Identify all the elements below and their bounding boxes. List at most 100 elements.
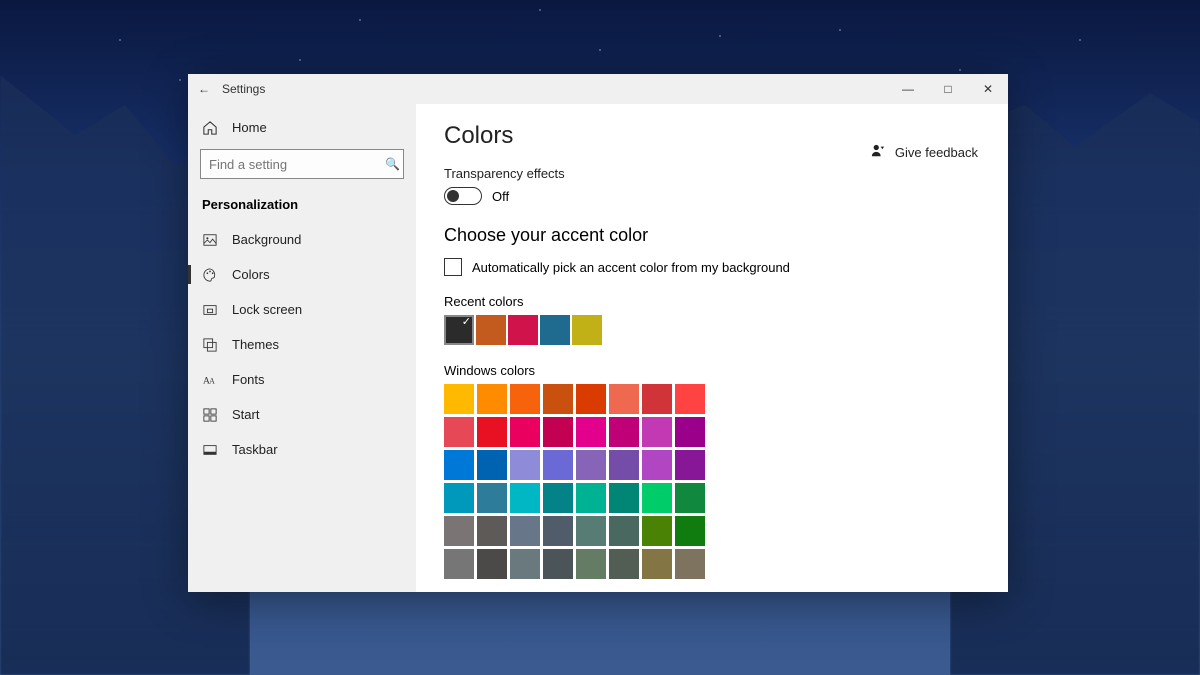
feedback-label: Give feedback	[895, 145, 978, 160]
sidebar-item-label: Start	[232, 407, 259, 422]
sidebar-item-label: Fonts	[232, 372, 265, 387]
windows-color-swatch[interactable]	[576, 549, 606, 579]
windows-colors-label: Windows colors	[444, 363, 980, 378]
sidebar-item-label: Themes	[232, 337, 279, 352]
windows-color-swatch[interactable]	[510, 384, 540, 414]
windows-color-swatch[interactable]	[642, 549, 672, 579]
sidebar-item-taskbar[interactable]: Taskbar	[188, 432, 416, 467]
windows-color-swatch[interactable]	[477, 516, 507, 546]
windows-colors-palette	[444, 384, 980, 579]
start-icon	[202, 408, 218, 422]
transparency-toggle[interactable]	[444, 187, 482, 205]
recent-color-swatch[interactable]	[444, 315, 474, 345]
sidebar-item-background[interactable]: Background	[188, 222, 416, 257]
close-button[interactable]: ✕	[968, 82, 1008, 96]
windows-color-swatch[interactable]	[510, 516, 540, 546]
windows-color-swatch[interactable]	[510, 549, 540, 579]
windows-color-swatch[interactable]	[510, 483, 540, 513]
windows-color-swatch[interactable]	[543, 384, 573, 414]
windows-color-swatch[interactable]	[609, 384, 639, 414]
windows-color-swatch[interactable]	[444, 384, 474, 414]
auto-pick-label: Automatically pick an accent color from …	[472, 260, 790, 275]
windows-color-swatch[interactable]	[444, 450, 474, 480]
recent-colors-row	[444, 315, 980, 345]
sidebar-item-label: Colors	[232, 267, 270, 282]
windows-color-swatch[interactable]	[543, 450, 573, 480]
windows-color-swatch[interactable]	[576, 516, 606, 546]
fonts-icon: AA	[202, 373, 218, 387]
windows-color-swatch[interactable]	[642, 516, 672, 546]
settings-window: ← Settings ― □ ✕ Home 🔍 Personalization	[188, 74, 1008, 592]
recent-colors-label: Recent colors	[444, 294, 980, 309]
taskbar-icon	[202, 443, 218, 457]
windows-color-swatch[interactable]	[576, 450, 606, 480]
windows-color-swatch[interactable]	[576, 417, 606, 447]
maximize-button[interactable]: □	[928, 82, 968, 96]
windows-color-swatch[interactable]	[576, 384, 606, 414]
themes-icon	[202, 338, 218, 352]
transparency-label: Transparency effects	[444, 166, 980, 181]
accent-section-title: Choose your accent color	[444, 225, 980, 246]
give-feedback-link[interactable]: Give feedback	[871, 144, 978, 161]
windows-color-swatch[interactable]	[444, 483, 474, 513]
search-box[interactable]: 🔍	[200, 149, 404, 179]
picture-icon	[202, 233, 218, 247]
lock-screen-icon	[202, 303, 218, 317]
sidebar-item-start[interactable]: Start	[188, 397, 416, 432]
windows-color-swatch[interactable]	[444, 417, 474, 447]
windows-color-swatch[interactable]	[675, 384, 705, 414]
home-icon	[202, 121, 218, 135]
windows-color-swatch[interactable]	[543, 549, 573, 579]
windows-color-swatch[interactable]	[576, 483, 606, 513]
windows-color-swatch[interactable]	[642, 417, 672, 447]
windows-color-swatch[interactable]	[609, 549, 639, 579]
sidebar-item-lock-screen[interactable]: Lock screen	[188, 292, 416, 327]
windows-color-swatch[interactable]	[510, 450, 540, 480]
windows-color-swatch[interactable]	[642, 450, 672, 480]
content-area: Colors Transparency effects Off Choose y…	[416, 104, 1008, 592]
sidebar-item-themes[interactable]: Themes	[188, 327, 416, 362]
sidebar-item-label: Lock screen	[232, 302, 302, 317]
search-icon: 🔍	[385, 157, 400, 171]
recent-color-swatch[interactable]	[572, 315, 602, 345]
auto-pick-checkbox[interactable]	[444, 258, 462, 276]
recent-color-swatch[interactable]	[508, 315, 538, 345]
category-label: Personalization	[188, 191, 416, 222]
windows-color-swatch[interactable]	[675, 450, 705, 480]
titlebar: ← Settings ― □ ✕	[188, 74, 1008, 104]
windows-color-swatch[interactable]	[609, 516, 639, 546]
windows-color-swatch[interactable]	[477, 483, 507, 513]
minimize-button[interactable]: ―	[888, 82, 928, 96]
windows-color-swatch[interactable]	[675, 516, 705, 546]
windows-color-swatch[interactable]	[675, 483, 705, 513]
sidebar-item-fonts[interactable]: AA Fonts	[188, 362, 416, 397]
sidebar-item-label: Background	[232, 232, 301, 247]
windows-color-swatch[interactable]	[543, 417, 573, 447]
windows-color-swatch[interactable]	[642, 483, 672, 513]
transparency-state: Off	[492, 189, 509, 204]
windows-color-swatch[interactable]	[477, 417, 507, 447]
windows-color-swatch[interactable]	[477, 384, 507, 414]
windows-color-swatch[interactable]	[477, 549, 507, 579]
recent-color-swatch[interactable]	[476, 315, 506, 345]
windows-color-swatch[interactable]	[609, 450, 639, 480]
windows-color-swatch[interactable]	[609, 483, 639, 513]
sidebar: Home 🔍 Personalization Background Colors	[188, 104, 416, 592]
windows-color-swatch[interactable]	[543, 516, 573, 546]
windows-color-swatch[interactable]	[477, 450, 507, 480]
windows-color-swatch[interactable]	[609, 417, 639, 447]
windows-color-swatch[interactable]	[675, 549, 705, 579]
windows-color-swatch[interactable]	[675, 417, 705, 447]
sidebar-item-colors[interactable]: Colors	[188, 257, 416, 292]
home-nav[interactable]: Home	[188, 110, 416, 145]
windows-color-swatch[interactable]	[510, 417, 540, 447]
back-button[interactable]: ←	[188, 82, 220, 96]
windows-color-swatch[interactable]	[444, 549, 474, 579]
feedback-icon	[871, 144, 885, 161]
recent-color-swatch[interactable]	[540, 315, 570, 345]
search-input[interactable]	[209, 157, 385, 172]
windows-color-swatch[interactable]	[444, 516, 474, 546]
sidebar-item-label: Taskbar	[232, 442, 278, 457]
windows-color-swatch[interactable]	[642, 384, 672, 414]
windows-color-swatch[interactable]	[543, 483, 573, 513]
